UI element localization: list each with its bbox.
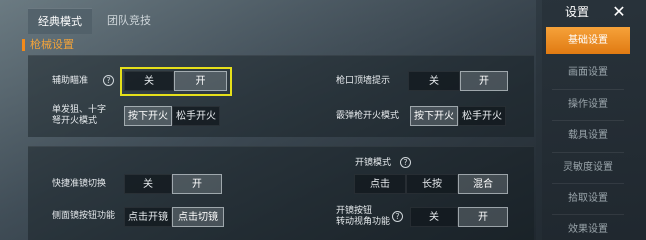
sidebar-item-effects[interactable]: 效果设置: [546, 216, 630, 240]
close-icon[interactable]: ✕: [604, 2, 634, 22]
scope-button-turn-toggle[interactable]: 关 开: [410, 207, 508, 227]
single-fire-label-line1: 单发狙、十字: [52, 105, 107, 115]
aim-assist-off-option[interactable]: 关: [124, 71, 174, 91]
muzzle-hint-label: 枪口顶墙提示: [336, 76, 391, 86]
sidebar-divider: [552, 152, 624, 153]
aim-assist-toggle[interactable]: 关 开: [124, 71, 227, 91]
muzzle-hint-on-option[interactable]: 开: [460, 71, 508, 91]
side-scope-button-selector[interactable]: 点击开镜 点击切镜: [124, 207, 224, 227]
tab-classic-mode[interactable]: 经典模式: [28, 8, 92, 34]
section-title-weapon: 枪械设置: [22, 38, 74, 52]
shotgun-fire-press-option[interactable]: 按下开火: [410, 106, 458, 126]
shotgun-fire-mode-selector[interactable]: 按下开火 松手开火: [410, 106, 506, 126]
quick-scope-on-option[interactable]: 开: [172, 174, 222, 194]
single-fire-release-option[interactable]: 松手开火: [172, 106, 220, 126]
muzzle-hint-off-option[interactable]: 关: [408, 71, 460, 91]
sidebar-item-vehicle[interactable]: 载具设置: [546, 122, 630, 149]
side-scope-open-option[interactable]: 点击开镜: [124, 207, 172, 227]
scope-mode-mixed-option[interactable]: 混合: [458, 174, 508, 194]
scope-button-turn-off-option[interactable]: 关: [410, 207, 458, 227]
scope-mode-tap-option[interactable]: 点击: [354, 174, 406, 194]
scope-button-turn-on-option[interactable]: 开: [458, 207, 508, 227]
mode-tabbar: 经典模式 团队竞技: [0, 0, 536, 34]
scope-mode-selector[interactable]: 点击 长按 混合: [354, 174, 508, 194]
aim-assist-help-icon[interactable]: ?: [103, 75, 114, 86]
scope-button-turn-help-icon[interactable]: ?: [392, 211, 403, 222]
sidebar-divider: [552, 214, 624, 215]
scope-mode-help-icon[interactable]: ?: [400, 157, 411, 168]
shotgun-fire-release-option[interactable]: 松手开火: [458, 106, 506, 126]
sidebar-item-basic[interactable]: 基础设置: [546, 27, 630, 54]
single-fire-label-line2: 弩开火模式: [52, 116, 98, 126]
scope-mode-label: 开镜模式: [355, 158, 392, 168]
side-scope-button-label: 侧面镜按钮功能: [52, 211, 116, 221]
sidebar-title: 设置: [565, 5, 590, 19]
sidebar-divider: [552, 120, 624, 121]
shotgun-fire-label: 霰弹枪开火模式: [336, 111, 400, 121]
aim-assist-on-option[interactable]: 开: [174, 71, 227, 91]
single-fire-mode-selector[interactable]: 按下开火 松手开火: [124, 106, 220, 126]
single-fire-press-option[interactable]: 按下开火: [124, 106, 172, 126]
sidebar-item-graphics[interactable]: 画面设置: [546, 59, 630, 86]
quick-scope-label: 快捷准镜切换: [52, 179, 107, 189]
sidebar-item-sensitivity[interactable]: 灵敏度设置: [546, 154, 630, 181]
sidebar-divider: [552, 89, 624, 90]
aim-assist-label: 辅助瞄准: [52, 76, 89, 86]
scope-button-turn-label-line1: 开镜按钮: [336, 206, 373, 216]
sidebar-item-controls[interactable]: 操作设置: [546, 91, 630, 118]
scope-mode-hold-option[interactable]: 长按: [406, 174, 458, 194]
tab-team-deathmatch[interactable]: 团队竞技: [96, 8, 162, 34]
quick-scope-toggle[interactable]: 关 开: [124, 174, 222, 194]
scope-button-turn-label-line2: 转动视角功能: [336, 217, 391, 227]
sidebar-item-pickup[interactable]: 拾取设置: [546, 185, 630, 212]
quick-scope-off-option[interactable]: 关: [124, 174, 172, 194]
side-scope-switch-option[interactable]: 点击切镜: [172, 207, 224, 227]
sidebar-divider: [552, 183, 624, 184]
muzzle-hint-toggle[interactable]: 关 开: [408, 71, 508, 91]
